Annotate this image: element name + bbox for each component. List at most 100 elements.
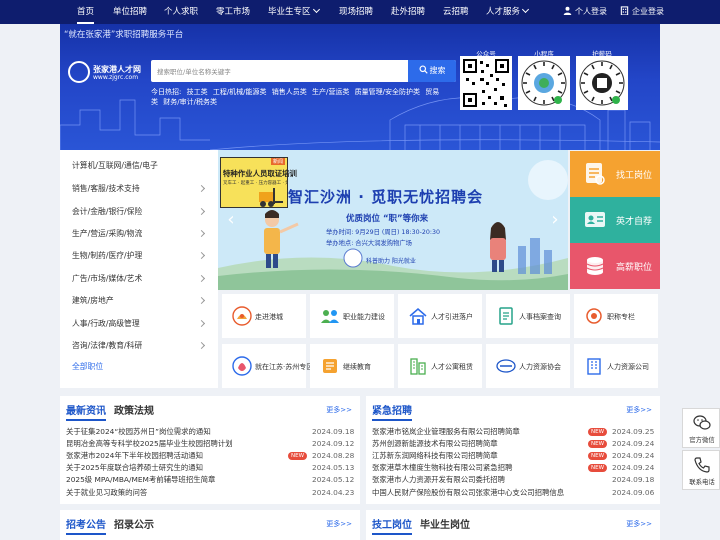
- urgent-row[interactable]: 江苏新东润网络科技有限公司招聘简章 NEW 2024.09.24: [372, 450, 656, 462]
- people-icon: [321, 310, 339, 323]
- news-row[interactable]: 2025级 MPA/MBA/MEM考前辅导班招生简章 2024.05.12: [66, 474, 356, 486]
- urgent-row[interactable]: 张家港草木橦度生物科技有限公司紧急招聘 NEW 2024.09.24: [372, 462, 656, 474]
- nav-cloud[interactable]: 云招聘: [443, 0, 469, 24]
- urgent-title: 张家港市铭岚企业管理服务有限公司招聘简章: [372, 427, 520, 436]
- tab-latest-news[interactable]: 最新资讯: [66, 406, 106, 421]
- nav-talent-service[interactable]: 人才服务: [486, 0, 530, 24]
- hot-item[interactable]: 质量管理/安全防护类: [355, 88, 420, 96]
- service-hr-company[interactable]: 人力资源公司: [574, 344, 658, 388]
- training-promo[interactable]: 新闻 特种作业人员取证培训 叉车工 · 起重工 · 压力容器工 · 焊工 · 保…: [220, 157, 297, 208]
- tab-admission-list[interactable]: 招录公示: [114, 520, 154, 531]
- category-item[interactable]: 生物/制药/医疗/护理: [72, 246, 212, 266]
- service-visit-city[interactable]: 走进港城: [222, 294, 306, 338]
- service-label: 职业能力建设: [343, 313, 385, 321]
- category-item[interactable]: 销售/客服/技术支持: [72, 179, 212, 199]
- service-talent-settlement[interactable]: 人才引进落户: [398, 294, 482, 338]
- jobs-panel: 技工岗位 毕业生岗位 更多>>: [366, 510, 660, 540]
- nav-graduates-label: 毕业生专区: [268, 7, 311, 17]
- service-talent-apartment[interactable]: 人才公寓租赁: [398, 344, 482, 388]
- wechat-icon: [693, 415, 711, 430]
- all-jobs-link[interactable]: 全部职位: [72, 357, 212, 377]
- site-logo[interactable]: 张家港人才网 www.zjgrc.com: [68, 60, 148, 86]
- nav-talent-service-label: 人才服务: [486, 7, 521, 17]
- category-label: 广告/市场/媒体/艺术: [72, 274, 143, 283]
- news-title: 昆明冶金高等专科学校2025届毕业生校园招聘计划: [66, 439, 233, 448]
- urgent-more-link[interactable]: 更多>>: [626, 405, 652, 415]
- nav-graduates[interactable]: 毕业生专区: [268, 0, 320, 24]
- service-jiangsu-suzhou[interactable]: 就在江苏·苏州专区: [222, 344, 313, 388]
- service-vocational-skills[interactable]: 职业能力建设: [310, 294, 394, 338]
- urgent-date: 2024.09.24: [612, 463, 655, 472]
- category-item[interactable]: 咨询/法律/教育/科研: [72, 336, 212, 356]
- news-more-link[interactable]: 更多>>: [326, 405, 352, 415]
- tab-urgent-jobs[interactable]: 紧急招聘: [372, 406, 412, 421]
- service-professional-title[interactable]: 职称专栏: [574, 294, 658, 338]
- search-button[interactable]: 搜索: [408, 60, 456, 82]
- quick-high-salary[interactable]: 高薪职位: [570, 243, 660, 289]
- category-item[interactable]: 广告/市场/媒体/艺术: [72, 269, 212, 289]
- promo-subtitle: 叉车工 · 起重工 · 压力容器工 · 焊工 · 保护工: [223, 181, 287, 186]
- category-item[interactable]: 会计/金融/银行/保险: [72, 202, 212, 222]
- hot-item[interactable]: 技工类: [187, 88, 208, 96]
- hot-item[interactable]: 生产/营运类: [312, 88, 349, 96]
- quick-label: 高薪职位: [616, 263, 653, 273]
- urgent-row[interactable]: 张家港市铭岚企业管理服务有限公司招聘简章 NEW 2024.09.25: [372, 426, 656, 438]
- news-panel: 最新资讯 政策法规 更多>> 关于征集2024“校园苏州日”岗位需求的通知 2024…: [60, 396, 360, 504]
- nav-outbound[interactable]: 赴外招聘: [391, 0, 425, 24]
- urgent-row[interactable]: 张家港市人力资源开发有限公司委托招聘 2024.09.18: [372, 474, 656, 486]
- tab-exam-notices[interactable]: 招考公告: [66, 520, 106, 535]
- hot-label: 今日热招:: [151, 88, 182, 96]
- quick-self-recommend[interactable]: 英才自荐: [570, 197, 660, 243]
- banner-time: 举办时间: 9月29日 (周日) 18:30-20:30: [326, 229, 440, 236]
- quick-find-jobs[interactable]: 找工岗位: [570, 151, 660, 197]
- urgent-row[interactable]: 中国人民财产保险股份有限公司张家港中心支公司招聘信息 2024.09.06: [372, 487, 656, 499]
- banner-prev-button[interactable]: ‹: [224, 210, 238, 230]
- category-item[interactable]: 计算机/互联网/通信/电子: [72, 156, 212, 176]
- nav-home[interactable]: 首页: [77, 0, 95, 24]
- hot-item[interactable]: 工程/机械/能源类: [213, 88, 267, 96]
- news-row[interactable]: 昆明冶金高等专科学校2025届毕业生校园招聘计划 2024.09.12: [66, 438, 356, 450]
- tab-skilled-jobs[interactable]: 技工岗位: [372, 520, 412, 535]
- service-continuing-education[interactable]: 继续教育: [310, 344, 394, 388]
- phone-icon: [694, 457, 710, 473]
- news-row[interactable]: 张家港市2024年下半年校园招聘活动通知 NEW 2024.08.28: [66, 450, 356, 462]
- category-label: 生物/制药/医疗/护理: [72, 251, 143, 260]
- tab-policies[interactable]: 政策法规: [114, 406, 154, 417]
- exam-more-link[interactable]: 更多>>: [326, 519, 352, 529]
- search-input[interactable]: 搜索职位/单位名称关键字: [157, 66, 231, 76]
- chevron-right-icon: [197, 274, 206, 283]
- company-login-button[interactable]: 企业登录: [620, 0, 664, 24]
- personal-login-button[interactable]: 个人登录: [563, 0, 607, 24]
- nav-gig-market[interactable]: 零工市场: [216, 0, 250, 24]
- new-badge: NEW: [588, 452, 608, 460]
- service-archive-query[interactable]: 人事档案查询: [486, 294, 570, 338]
- hot-item[interactable]: 销售人员类: [272, 88, 307, 96]
- logo-url: www.zjgrc.com: [93, 74, 139, 81]
- tab-graduate-jobs[interactable]: 毕业生岗位: [420, 520, 470, 531]
- news-row[interactable]: 关于2025年度联合培养硕士研究生的通知 2024.05.13: [66, 462, 356, 474]
- official-wechat-button[interactable]: 官方微信: [682, 408, 720, 448]
- nav-company-jobs[interactable]: 单位招聘: [113, 0, 147, 24]
- category-item[interactable]: 建筑/房地产: [72, 291, 212, 311]
- urgent-row[interactable]: 苏州创源新能源技术有限公司招聘简章 NEW 2024.09.24: [372, 438, 656, 450]
- news-row[interactable]: 关于征集2024“校园苏州日”岗位需求的通知 2024.09.18: [66, 426, 356, 438]
- jobs-more-link[interactable]: 更多>>: [626, 519, 652, 529]
- medal-icon: [586, 308, 602, 324]
- category-item[interactable]: 人事/行政/高级管理: [72, 314, 212, 334]
- news-title: 关于征集2024“校园苏州日”岗位需求的通知: [66, 427, 211, 436]
- contact-phone-button[interactable]: 联系电话: [682, 450, 720, 490]
- news-date: 2024.05.12: [312, 475, 355, 484]
- urgent-date: 2024.09.18: [612, 475, 655, 484]
- promo-tag: 新闻: [271, 158, 286, 165]
- hot-item[interactable]: 财务/审计/税务类: [163, 98, 217, 106]
- news-date: 2024.09.18: [312, 427, 355, 436]
- service-hr-association[interactable]: 人力资源协会: [486, 344, 570, 388]
- nav-onsite[interactable]: 现场招聘: [339, 0, 373, 24]
- news-date: 2024.08.28: [312, 451, 355, 460]
- new-badge: NEW: [588, 428, 608, 436]
- nav-job-seeking[interactable]: 个人求职: [164, 0, 198, 24]
- category-item[interactable]: 生产/营运/采购/物流: [72, 224, 212, 244]
- chevron-down-icon: [312, 5, 320, 14]
- banner-next-button[interactable]: ›: [548, 210, 562, 230]
- news-row[interactable]: 关于就业见习政策的问答 2024.04.23: [66, 487, 356, 499]
